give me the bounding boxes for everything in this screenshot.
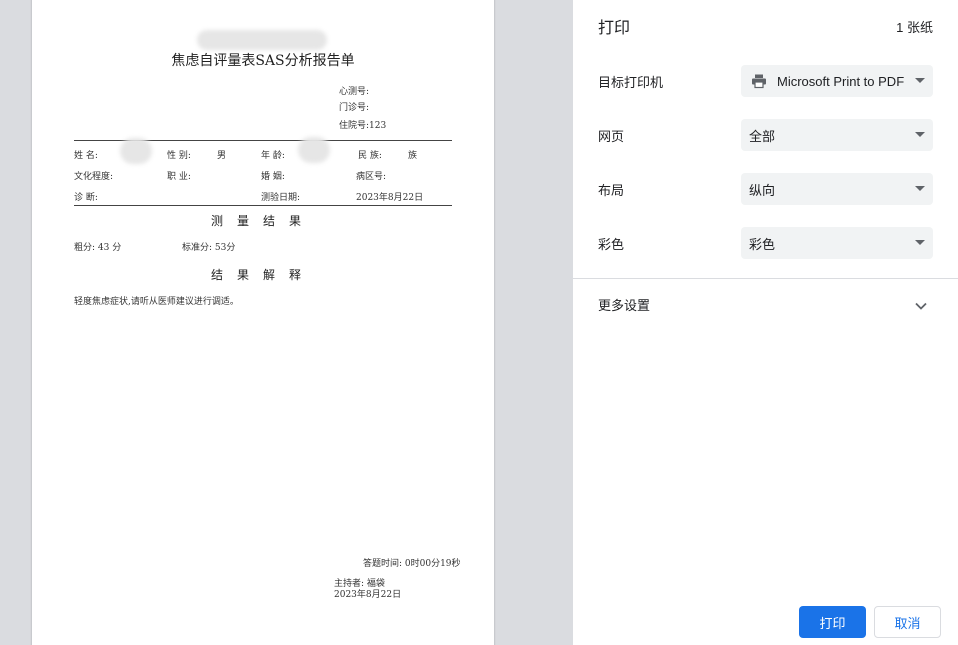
value-ethnicity: 族 <box>408 151 418 161</box>
print-settings-panel: 打印 1 张纸 目标打印机 Microsoft Print to PDF 网页 … <box>572 0 958 645</box>
raw-score: 粗分: 43 分 <box>74 243 122 253</box>
color-value: 彩色 <box>749 236 776 252</box>
pages-label: 网页 <box>598 129 625 144</box>
answer-time: 答题时间: 0时00分19秒 <box>363 559 461 569</box>
label-test-date: 测验日期: <box>261 193 301 203</box>
redacted-header <box>197 30 327 50</box>
report-date: 2023年8月22日 <box>334 590 402 600</box>
dropdown-caret-icon <box>915 240 925 245</box>
interpretation-text: 轻度焦虑症状,请听从医师建议进行调适。 <box>74 297 239 307</box>
section-results-title: 测量结果 <box>210 214 315 228</box>
label-ward-no: 病区号: <box>356 172 387 182</box>
value-gender: 男 <box>217 151 227 161</box>
redacted-name <box>120 138 152 164</box>
settings-title: 打印 <box>598 20 631 37</box>
bottom-rule <box>74 205 452 206</box>
document-title: 焦虑自评量表SAS分析报告单 <box>171 53 355 69</box>
label-education: 文化程度: <box>74 172 114 182</box>
label-age: 年 龄: <box>261 151 285 161</box>
meta-inpatient-no: 住院号:123 <box>339 121 387 131</box>
section-interpretation-title: 结果解释 <box>210 268 315 282</box>
pages-value: 全部 <box>749 128 776 144</box>
meta-heart-test-no: 心测号: <box>339 87 370 97</box>
more-settings-label: 更多设置 <box>598 298 651 313</box>
destination-value: Microsoft Print to PDF <box>777 73 905 89</box>
meta-outpatient-no: 门诊号: <box>339 103 370 113</box>
chevron-down-icon <box>915 297 927 315</box>
value-test-date: 2023年8月22日 <box>356 193 424 203</box>
dropdown-caret-icon <box>915 78 925 83</box>
layout-select[interactable]: 纵向 <box>741 173 933 205</box>
color-select[interactable]: 彩色 <box>741 227 933 259</box>
layout-value: 纵向 <box>749 182 776 198</box>
standard-score: 标准分: 53分 <box>182 243 236 253</box>
printer-icon <box>751 73 767 89</box>
cancel-button[interactable]: 取消 <box>874 606 941 638</box>
divider <box>573 278 958 279</box>
label-marriage: 婚 姻: <box>261 172 285 182</box>
dropdown-caret-icon <box>915 186 925 191</box>
layout-label: 布局 <box>598 183 625 198</box>
redacted-age <box>298 137 330 163</box>
more-settings-toggle[interactable]: 更多设置 <box>573 286 958 322</box>
print-preview-area: 焦虑自评量表SAS分析报告单 心测号: 门诊号: 住院号:123 姓 名: 性 … <box>0 0 572 645</box>
label-name: 姓 名: <box>74 151 98 161</box>
pages-select[interactable]: 全部 <box>741 119 933 151</box>
label-occupation: 职 业: <box>167 172 191 182</box>
destination-label: 目标打印机 <box>598 75 664 90</box>
label-diagnosis: 诊 断: <box>74 193 98 203</box>
sheet-count: 1 张纸 <box>896 20 933 35</box>
label-gender: 性 别: <box>167 151 191 161</box>
dropdown-caret-icon <box>915 132 925 137</box>
label-ethnicity: 民 族: <box>358 151 382 161</box>
print-button[interactable]: 打印 <box>799 606 866 638</box>
destination-select[interactable]: Microsoft Print to PDF <box>741 65 933 97</box>
preview-page: 焦虑自评量表SAS分析报告单 心测号: 门诊号: 住院号:123 姓 名: 性 … <box>32 0 494 645</box>
color-label: 彩色 <box>598 237 625 252</box>
